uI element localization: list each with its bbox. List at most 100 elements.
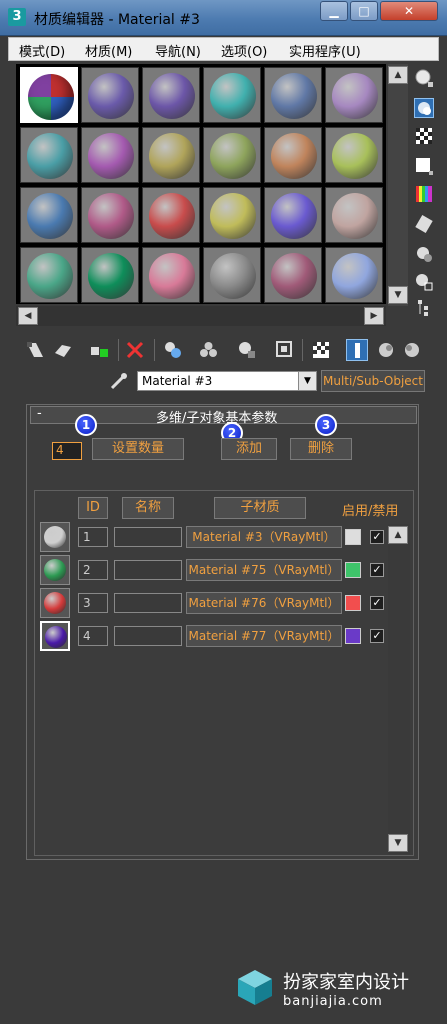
row-3-color-swatch[interactable] <box>345 595 361 611</box>
row-2-id-field[interactable]: 2 <box>78 560 108 580</box>
get-material-icon[interactable] <box>24 339 46 361</box>
material-id-channel-icon[interactable] <box>236 339 258 361</box>
row-1-enable-checkbox[interactable]: ✓ <box>370 530 384 544</box>
slots-horizontal-scrollbar[interactable]: ◀ ▶ <box>16 306 386 326</box>
options-icon[interactable] <box>414 244 434 264</box>
material-slot-5[interactable] <box>264 67 322 123</box>
row-2-material-button[interactable]: Material #75（VRayMtl） <box>186 559 342 581</box>
show-end-result-icon[interactable] <box>310 339 332 361</box>
row-3-name-field[interactable] <box>114 593 182 613</box>
material-slot-24[interactable] <box>325 247 383 303</box>
scroll-up-icon[interactable]: ▲ <box>388 66 408 84</box>
show-shaded-in-viewport-icon[interactable] <box>274 339 296 361</box>
scroll-down-icon[interactable]: ▼ <box>388 286 408 304</box>
material-slot-20[interactable] <box>81 247 139 303</box>
menu-utilities[interactable]: 实用程序(U) <box>289 41 361 60</box>
list-scroll-down-icon[interactable]: ▼ <box>388 834 408 852</box>
row-4-material-button[interactable]: Material #77（VRayMtl） <box>186 625 342 647</box>
make-unique-icon[interactable] <box>162 339 184 361</box>
put-to-library-icon[interactable] <box>198 339 220 361</box>
material-name-dropdown-icon[interactable]: ▼ <box>298 372 316 390</box>
material-slot-9[interactable] <box>142 127 200 183</box>
row-2-color-swatch[interactable] <box>345 562 361 578</box>
row-3-sample-icon[interactable] <box>40 588 70 618</box>
material-sphere <box>88 73 134 119</box>
row-3-enable-checkbox[interactable]: ✓ <box>370 596 384 610</box>
scroll-left-icon[interactable]: ◀ <box>18 307 38 325</box>
material-slot-3[interactable] <box>142 67 200 123</box>
material-map-navigator-icon[interactable] <box>414 298 434 318</box>
row-1-sample-icon[interactable] <box>40 522 70 552</box>
sample-uv-tiling-icon[interactable] <box>414 156 434 176</box>
delete-button[interactable]: 删除 <box>290 438 352 460</box>
material-slot-8[interactable] <box>81 127 139 183</box>
row-3-material-button[interactable]: Material #76（VRayMtl） <box>186 592 342 614</box>
sub-material-count-field[interactable]: 4 <box>52 442 82 460</box>
material-slot-16[interactable] <box>203 187 261 243</box>
material-type-button[interactable]: Multi/Sub-Object <box>321 370 425 392</box>
maximize-button[interactable]: □ <box>350 1 378 21</box>
watermark-logo-icon <box>236 968 274 1006</box>
material-slot-10[interactable] <box>203 127 261 183</box>
select-by-material-icon[interactable] <box>414 272 434 292</box>
collapse-icon[interactable]: - <box>37 406 42 421</box>
menu-options[interactable]: 选项(O) <box>221 41 267 60</box>
id-column-header[interactable]: ID <box>78 497 108 519</box>
slots-vertical-scrollbar[interactable]: ▲ ▼ <box>388 64 408 306</box>
material-slot-12[interactable] <box>325 127 383 183</box>
material-slot-4[interactable] <box>203 67 261 123</box>
backlight-icon[interactable] <box>414 98 434 118</box>
scroll-right-icon[interactable]: ▶ <box>364 307 384 325</box>
name-column-header[interactable]: 名称 <box>122 497 174 519</box>
material-slot-14[interactable] <box>81 187 139 243</box>
add-button[interactable]: 添加 <box>221 438 277 460</box>
submaterial-column-header[interactable]: 子材质 <box>214 497 306 519</box>
background-checker-icon[interactable] <box>414 126 434 146</box>
list-scrollbar[interactable]: ▲ ▼ <box>388 524 410 854</box>
go-to-parent-icon[interactable] <box>346 339 368 361</box>
make-preview-icon[interactable] <box>414 214 434 234</box>
material-slot-1[interactable] <box>20 67 78 123</box>
material-slot-18[interactable] <box>325 187 383 243</box>
material-slot-15[interactable] <box>142 187 200 243</box>
go-forward-to-sibling-icon[interactable] <box>376 339 398 361</box>
row-2-enable-checkbox[interactable]: ✓ <box>370 563 384 577</box>
material-slot-22[interactable] <box>203 247 261 303</box>
material-slot-2[interactable] <box>81 67 139 123</box>
material-name-field[interactable]: Material #3 <box>137 371 317 391</box>
close-button[interactable]: ✕ <box>380 1 438 21</box>
row-4-color-swatch[interactable] <box>345 628 361 644</box>
row-1-material-button[interactable]: Material #3（VRayMtl） <box>186 526 342 548</box>
row-4-name-field[interactable] <box>114 626 182 646</box>
material-slot-11[interactable] <box>264 127 322 183</box>
row-2-sample-icon[interactable] <box>40 555 70 585</box>
row-4-id-field[interactable]: 4 <box>78 626 108 646</box>
put-to-scene-icon[interactable] <box>52 339 74 361</box>
material-slot-13[interactable] <box>20 187 78 243</box>
material-slot-6[interactable] <box>325 67 383 123</box>
sample-type-icon[interactable] <box>414 68 434 88</box>
material-slot-19[interactable] <box>20 247 78 303</box>
material-slot-17[interactable] <box>264 187 322 243</box>
set-number-button[interactable]: 设置数量 <box>92 438 184 460</box>
video-color-check-icon[interactable] <box>414 184 434 204</box>
row-4-enable-checkbox[interactable]: ✓ <box>370 629 384 643</box>
row-4-sample-icon[interactable] <box>40 621 70 651</box>
pick-material-eyedropper-icon[interactable] <box>108 370 130 392</box>
reset-map-icon[interactable] <box>124 339 146 361</box>
material-slot-23[interactable] <box>264 247 322 303</box>
row-1-color-swatch[interactable] <box>345 529 361 545</box>
row-1-name-field[interactable] <box>114 527 182 547</box>
menu-navigation[interactable]: 导航(N) <box>155 41 201 60</box>
material-effects-icon[interactable] <box>402 339 424 361</box>
row-3-id-field[interactable]: 3 <box>78 593 108 613</box>
row-1-id-field[interactable]: 1 <box>78 527 108 547</box>
menu-material[interactable]: 材质(M) <box>85 41 132 60</box>
minimize-button[interactable]: ▁ <box>320 1 348 21</box>
row-2-name-field[interactable] <box>114 560 182 580</box>
material-slot-7[interactable] <box>20 127 78 183</box>
material-slot-21[interactable] <box>142 247 200 303</box>
assign-to-selection-icon[interactable] <box>88 339 110 361</box>
list-scroll-up-icon[interactable]: ▲ <box>388 526 408 544</box>
menu-mode[interactable]: 模式(D) <box>19 41 65 60</box>
